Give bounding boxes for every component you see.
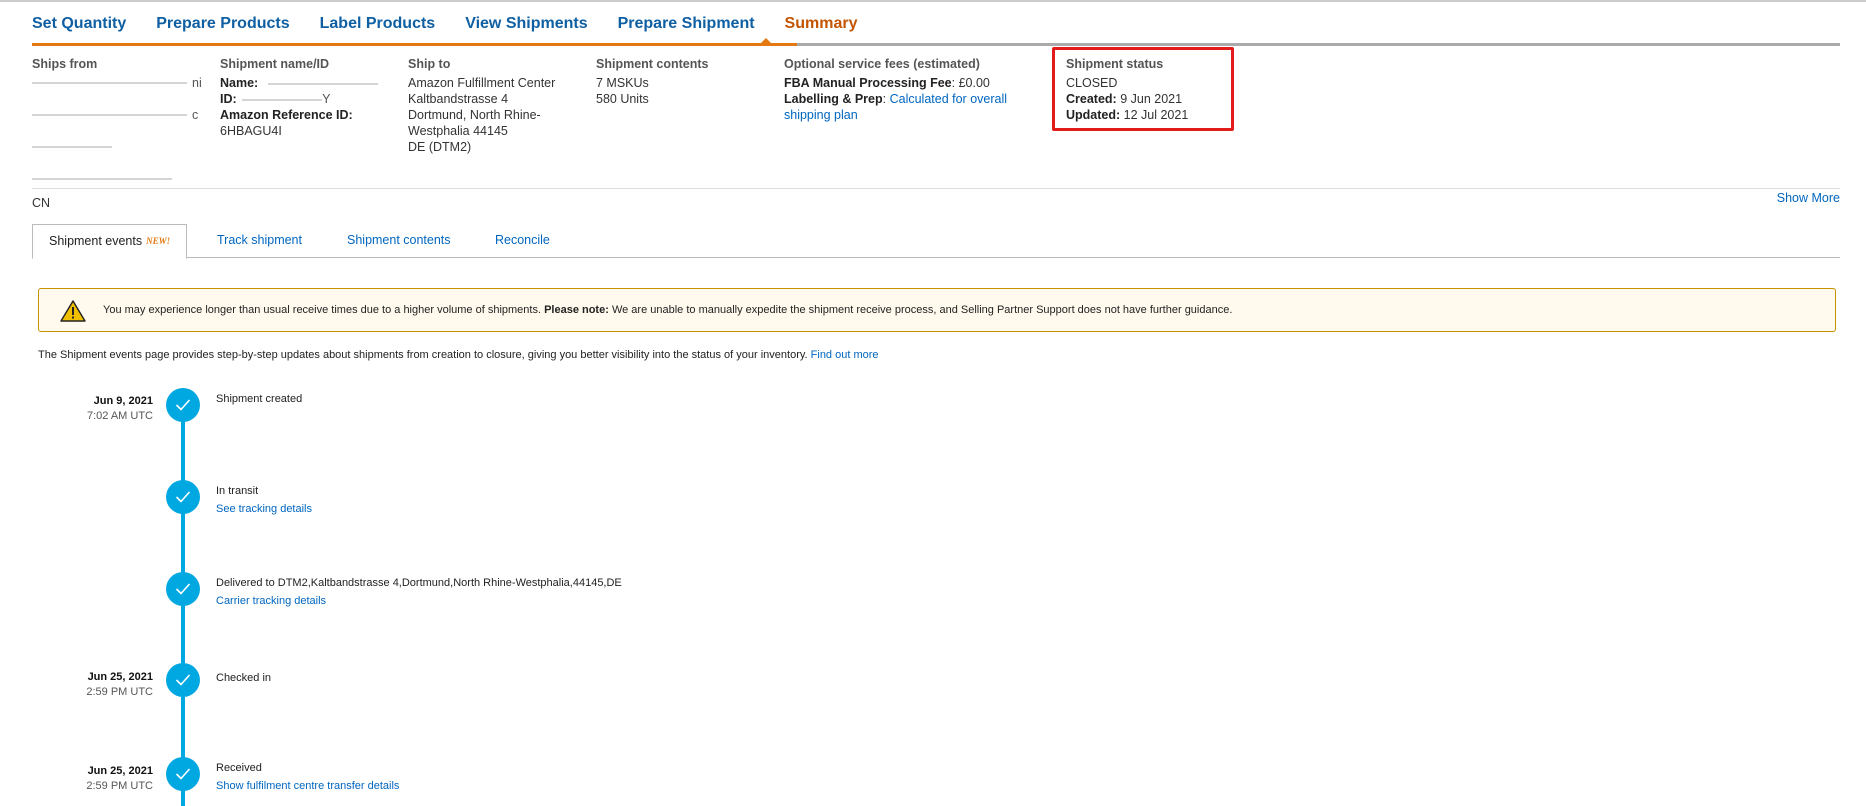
redacted-line: ni xyxy=(32,75,202,91)
workflow-step-summary[interactable]: Summary xyxy=(785,14,858,34)
fba-fee-value: : £0.00 xyxy=(951,76,990,90)
redacted-line xyxy=(32,139,202,155)
find-out-more-link[interactable]: Find out more xyxy=(811,349,879,361)
shipment-name-header: Shipment name/ID xyxy=(220,57,330,71)
event-title: Shipment created xyxy=(216,393,303,405)
event-time: 7:02 AM UTC xyxy=(86,410,153,422)
shipment-contents-header: Shipment contents xyxy=(596,57,709,71)
workflow-step-prepare-products[interactable]: Prepare Products xyxy=(156,14,289,34)
show-more-link[interactable]: Show More xyxy=(1777,191,1840,205)
amazon-reference-label: Amazon Reference ID: xyxy=(220,108,353,122)
mskus-count: 7 MSKUs xyxy=(596,76,649,90)
labelling-prep-link[interactable]: Calculated for overall xyxy=(890,92,1007,106)
event-date: Jun 25, 2021 xyxy=(87,671,153,683)
event-date: Jun 9, 2021 xyxy=(93,395,153,407)
checkmark-icon xyxy=(166,572,200,606)
ship-to-line: Westphalia 44145 xyxy=(408,124,508,138)
timeline-line xyxy=(181,406,185,806)
event-title: In transit xyxy=(216,485,259,497)
workflow-step-set-quantity[interactable]: Set Quantity xyxy=(32,14,126,34)
fulfilment-transfer-details-link[interactable]: Show fulfilment centre transfer details xyxy=(216,779,399,794)
workflow-step-view-shipments[interactable]: View Shipments xyxy=(465,14,587,34)
status-highlight-box xyxy=(1052,47,1234,131)
workflow-step-label-products[interactable]: Label Products xyxy=(320,14,436,34)
warning-icon xyxy=(60,300,86,325)
ship-to-line: Amazon Fulfillment Center xyxy=(408,76,556,90)
amazon-reference-value: 6HBAGU4I xyxy=(220,124,282,138)
event-time: 2:59 PM UTC xyxy=(86,780,153,792)
top-border xyxy=(0,0,1866,2)
alert-bold: Please note: xyxy=(544,304,609,316)
checkmark-icon xyxy=(166,663,200,697)
tab-reconcile[interactable]: Reconcile xyxy=(495,224,550,257)
checkmark-icon xyxy=(166,757,200,791)
fba-fee-label: FBA Manual Processing Fee xyxy=(784,76,952,90)
service-fees-header: Optional service fees (estimated) xyxy=(784,57,980,71)
ship-to-line: Dortmund, North Rhine- xyxy=(408,108,541,122)
workflow-active-caret xyxy=(760,38,772,44)
ships-from-country: CN xyxy=(32,196,51,210)
shipment-name-section: Shipment name/ID Name: ID: Y Amazon Refe… xyxy=(220,56,390,139)
ship-to-line: DE (DTM2) xyxy=(408,140,472,154)
ship-to-section: Ship to Amazon Fulfillment Center Kaltba… xyxy=(408,56,578,155)
ships-from-header: Ships from xyxy=(32,57,98,71)
shipment-contents-section: Shipment contents 7 MSKUs 580 Units xyxy=(596,56,766,107)
checkmark-icon xyxy=(166,480,200,514)
labelling-prep-link-cont[interactable]: shipping plan xyxy=(784,108,858,122)
event-time: 2:59 PM UTC xyxy=(86,686,153,698)
ship-to-line: Kaltbandstrasse 4 xyxy=(408,92,509,106)
redacted-line xyxy=(32,171,202,187)
redacted-id xyxy=(242,98,323,101)
summary-divider xyxy=(32,188,1840,189)
alert-text-2: We are unable to manually expedite the s… xyxy=(608,304,1233,316)
labelling-prep-label: Labelling & Prep xyxy=(784,92,883,106)
carrier-tracking-details-link[interactable]: Carrier tracking details xyxy=(216,594,326,609)
shipment-tabs: Shipment events NEW! Track shipment Shipm… xyxy=(32,224,1840,259)
service-fees-section: Optional service fees (estimated) FBA Ma… xyxy=(784,56,1014,123)
tab-shipment-events[interactable]: Shipment events NEW! xyxy=(32,224,188,259)
alert-text: You may experience longer than usual rec… xyxy=(103,304,545,316)
redacted-line: c xyxy=(32,107,202,123)
workflow-progress-bar xyxy=(32,43,1840,46)
event-title: Delivered to DTM2,Kaltbandstrasse 4,Dort… xyxy=(216,577,622,589)
checkmark-icon xyxy=(166,388,200,422)
redacted-name xyxy=(267,82,378,85)
shipment-id-label: ID: xyxy=(220,92,237,106)
tab-shipment-contents[interactable]: Shipment contents xyxy=(347,224,451,257)
workflow-step-prepare-shipment[interactable]: Prepare Shipment xyxy=(618,14,755,34)
new-badge: NEW! xyxy=(146,236,171,246)
shipment-name-label: Name: xyxy=(220,76,259,90)
events-intro: The Shipment events page provides step-b… xyxy=(38,349,879,361)
units-count: 580 Units xyxy=(596,92,649,106)
event-title: Checked in xyxy=(216,672,272,684)
workflow-nav: Set Quantity Prepare Products Label Prod… xyxy=(32,14,887,34)
ship-to-header: Ship to xyxy=(408,57,451,71)
volume-warning-alert: You may experience longer than usual rec… xyxy=(38,288,1836,332)
event-title: Received xyxy=(216,762,262,774)
tab-track-shipment[interactable]: Track shipment xyxy=(217,224,302,257)
event-date: Jun 25, 2021 xyxy=(87,765,153,777)
see-tracking-details-link[interactable]: See tracking details xyxy=(216,502,312,517)
